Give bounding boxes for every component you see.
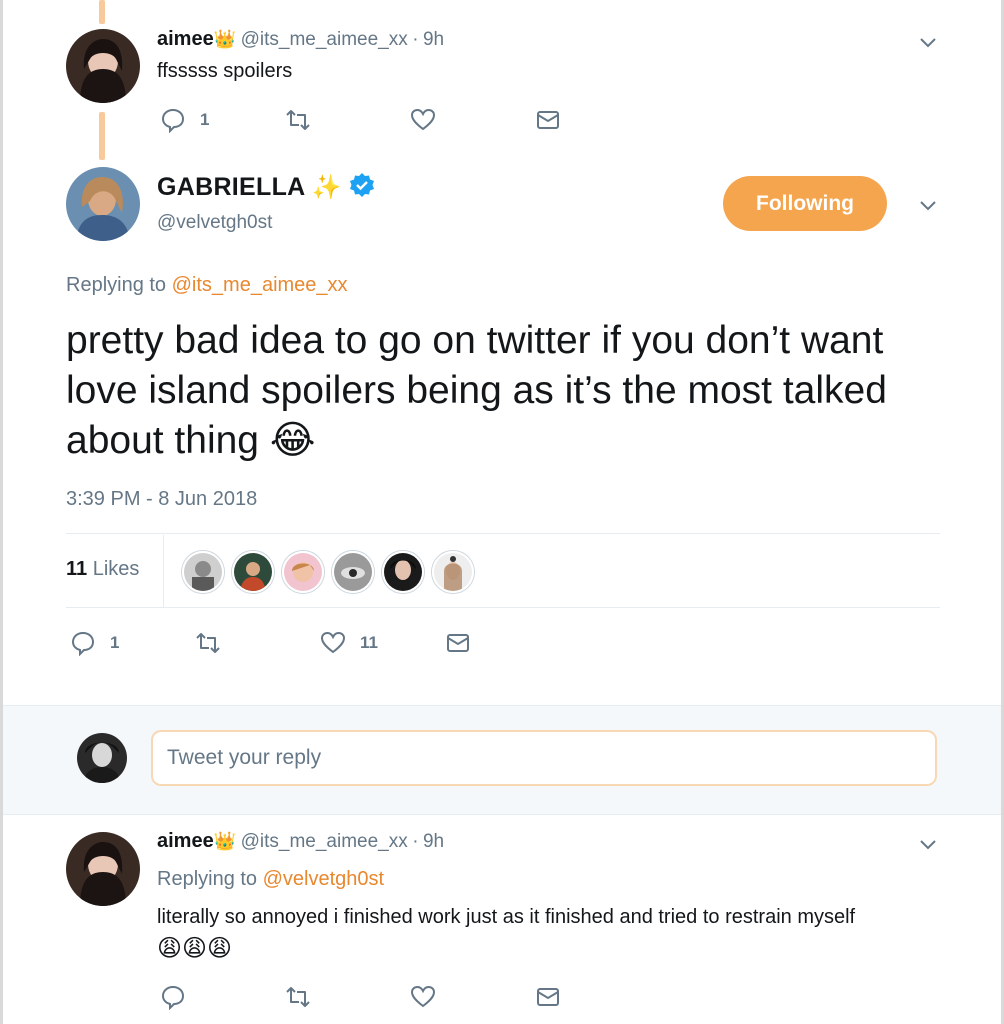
like-count: 11 [360,633,378,652]
avatar-aimee[interactable] [66,832,140,906]
replying-to-link[interactable]: @velvetgh0st [263,868,384,890]
message-button[interactable] [535,984,561,1010]
reply-button[interactable]: 1 [70,630,119,656]
likes-count: 11 [66,558,88,580]
like-button[interactable] [410,107,436,133]
tweet-time[interactable]: 9h [423,831,444,852]
message-button[interactable] [445,630,471,656]
liker-avatar[interactable] [282,551,324,593]
window-border-left [0,0,3,1024]
crown-icon: 👑 [213,29,237,49]
replying-prefix: Replying to [66,274,167,296]
tweet-timestamp[interactable]: 3:39 PM - 8 Jun 2018 [66,488,257,511]
author-name[interactable]: aimee [157,830,214,852]
likes-stat[interactable]: 11 Likes [66,558,139,581]
verified-icon [349,172,375,198]
avatar-gabriella[interactable] [66,167,140,241]
retweet-button[interactable] [285,107,311,133]
reply-icon [161,108,185,133]
separator-dot: · [412,831,419,852]
reply-button[interactable] [160,984,186,1010]
message-icon [447,634,469,652]
reply-count: 1 [110,633,120,652]
avatar-current-user[interactable] [77,733,127,783]
liker-avatar[interactable] [382,551,424,593]
author-handle[interactable]: @velvetgh0st [157,212,272,234]
tears-of-joy-emoji: 😂 [269,419,316,462]
tweet-text-body: pretty bad idea to go on twitter if you … [66,319,887,462]
reply-input[interactable] [151,730,937,786]
chevron-down-icon[interactable] [916,30,940,54]
following-button[interactable]: Following [723,176,887,231]
weary-face-emojis: 😩😩😩 [157,935,233,962]
retweet-button[interactable] [195,630,221,656]
author-name[interactable]: GABRIELLA [157,173,305,201]
crown-icon: 👑 [213,831,237,851]
reply-count: 1 [200,110,210,129]
retweet-icon [286,987,310,1007]
message-icon [537,111,559,129]
tweet-text: pretty bad idea to go on twitter if you … [66,316,946,466]
avatar-aimee[interactable] [66,29,140,103]
message-icon [537,988,559,1006]
reply-icon [161,985,185,1010]
tweet-text: literally so annoyed i finished work jus… [157,906,856,928]
replying-to-line: Replying to @its_me_aimee_xx [66,274,348,297]
retweet-icon [286,110,310,130]
tweet-text: ffsssss spoilers [157,60,293,82]
thread-line-top [99,0,105,24]
divider [66,533,940,534]
author-name[interactable]: aimee [157,28,214,50]
chevron-down-icon[interactable] [916,193,940,217]
retweet-icon [196,633,220,653]
tweet-time[interactable]: 9h [423,29,444,50]
liker-avatar[interactable] [232,551,274,593]
like-icon [410,108,436,131]
thread-line-middle [99,112,105,160]
author-handle[interactable]: @its_me_aimee_xx [241,831,408,852]
divider [66,607,940,608]
message-button[interactable] [535,107,561,133]
likes-label: Likes [92,558,140,580]
separator-dot: · [412,29,419,50]
sparkles-icon: ✨ [311,174,343,201]
reply-icon [71,631,95,656]
like-icon [320,631,346,654]
retweet-button[interactable] [285,984,311,1010]
liker-avatar[interactable] [432,551,474,593]
replying-to-link[interactable]: @its_me_aimee_xx [172,274,348,296]
author-name-header: GABRIELLA ✨ [157,172,375,202]
replying-prefix: Replying to [157,868,258,890]
chevron-down-icon[interactable] [916,832,940,856]
likers-avatars [182,551,474,593]
like-button[interactable] [410,984,436,1010]
like-button[interactable]: 11 [320,630,378,656]
author-handle[interactable]: @its_me_aimee_xx [241,29,408,50]
reply-button[interactable]: 1 [160,107,209,133]
stat-separator [163,535,164,607]
replying-to-line: Replying to @velvetgh0st [157,868,384,891]
liker-avatar[interactable] [182,551,224,593]
liker-avatar[interactable] [332,551,374,593]
like-icon [410,985,436,1008]
